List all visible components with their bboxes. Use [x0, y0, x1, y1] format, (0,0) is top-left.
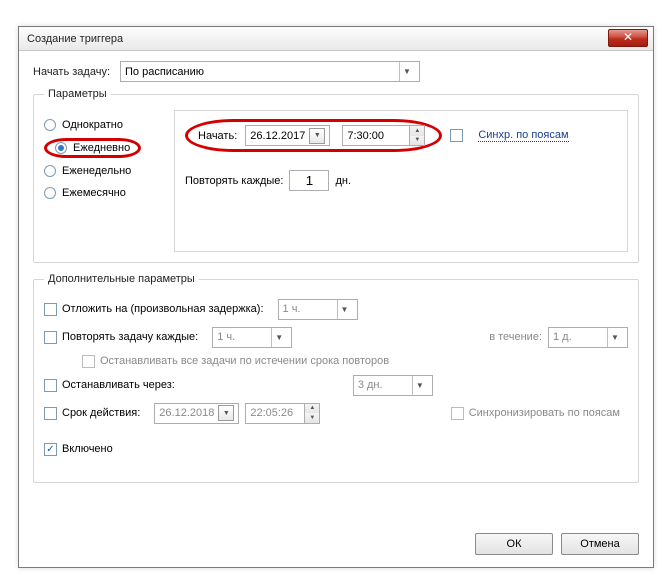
expire-tz-checkbox: Синхронизировать по поясам — [451, 407, 620, 420]
repeat-task-value-select[interactable]: 1 ч.▼ — [212, 327, 292, 348]
calendar-icon[interactable]: ▼ — [309, 128, 325, 144]
titlebar: Создание триггера ✕ — [19, 27, 653, 51]
radio-monthly[interactable]: Ежемесячно — [44, 182, 174, 204]
checkmark-icon: ✓ — [44, 443, 57, 456]
radio-once[interactable]: Однократно — [44, 114, 174, 136]
parameters-group: Параметры Однократно Ежедневно Еженедель… — [33, 88, 639, 263]
start-time-input[interactable]: 7:30:00 — [342, 125, 410, 146]
repeat-task-checkbox[interactable]: Повторять задачу каждые: — [44, 331, 198, 344]
parameters-legend: Параметры — [44, 88, 111, 100]
time-spinner[interactable]: ▲▼ — [410, 125, 425, 146]
schedule-panel: Начать: 26.12.2017 ▼ 7:30:00▲▼ Синхр. по… — [174, 110, 628, 252]
close-button[interactable]: ✕ — [608, 29, 648, 47]
sync-tz-checkbox[interactable]: Синхр. по поясам — [450, 129, 568, 142]
cancel-button[interactable]: Отмена — [561, 533, 639, 555]
stop-after-value-select[interactable]: 3 дн.▼ — [353, 375, 433, 396]
chevron-down-icon: ▼ — [271, 328, 287, 347]
expire-date-input[interactable]: 26.12.2018▼ — [154, 403, 239, 424]
stop-all-checkbox: Останавливать все задачи по истечении ср… — [82, 355, 389, 368]
start-date-input[interactable]: 26.12.2017 ▼ — [245, 125, 330, 146]
calendar-icon: ▼ — [218, 405, 234, 421]
expire-time-input[interactable]: 22:05:26 — [245, 403, 305, 424]
chevron-down-icon: ▼ — [412, 376, 428, 395]
expire-checkbox[interactable]: Срок действия: — [44, 407, 140, 420]
duration-label: в течение: — [489, 331, 542, 343]
duration-value-select[interactable]: 1 д.▼ — [548, 327, 628, 348]
delay-checkbox[interactable]: Отложить на (произвольная задержка): — [44, 303, 264, 316]
begin-task-select[interactable]: По расписанию ▼ — [120, 61, 420, 82]
begin-task-label: Начать задачу: — [33, 66, 110, 78]
chevron-down-icon: ▼ — [399, 62, 415, 81]
start-label: Начать: — [198, 130, 237, 142]
create-trigger-dialog: Создание триггера ✕ Начать задачу: По ра… — [18, 26, 654, 568]
repeat-every-input[interactable] — [289, 170, 329, 191]
repeat-every-label: Повторять каждые: — [185, 175, 283, 187]
chevron-down-icon: ▼ — [337, 300, 353, 319]
radio-daily[interactable]: Ежедневно — [55, 142, 130, 154]
delay-value-select[interactable]: 1 ч.▼ — [278, 299, 358, 320]
advanced-group: Дополнительные параметры Отложить на (пр… — [33, 273, 639, 483]
expire-time-spinner[interactable]: ▲▼ — [305, 403, 320, 424]
dialog-title: Создание триггера — [27, 33, 123, 45]
chevron-down-icon: ▼ — [607, 328, 623, 347]
highlight-daily: Ежедневно — [44, 138, 141, 158]
spin-up-icon: ▲ — [410, 126, 424, 136]
begin-task-value: По расписанию — [125, 66, 204, 78]
spin-down-icon: ▼ — [410, 136, 424, 146]
ok-button[interactable]: ОК — [475, 533, 553, 555]
stop-after-checkbox[interactable]: Останавливать через: — [44, 379, 175, 392]
advanced-legend: Дополнительные параметры — [44, 273, 199, 285]
highlight-start: Начать: 26.12.2017 ▼ 7:30:00▲▼ — [185, 119, 442, 152]
radio-weekly[interactable]: Еженедельно — [44, 160, 174, 182]
enabled-checkbox[interactable]: ✓Включено — [44, 443, 113, 456]
repeat-unit: дн. — [335, 175, 351, 187]
